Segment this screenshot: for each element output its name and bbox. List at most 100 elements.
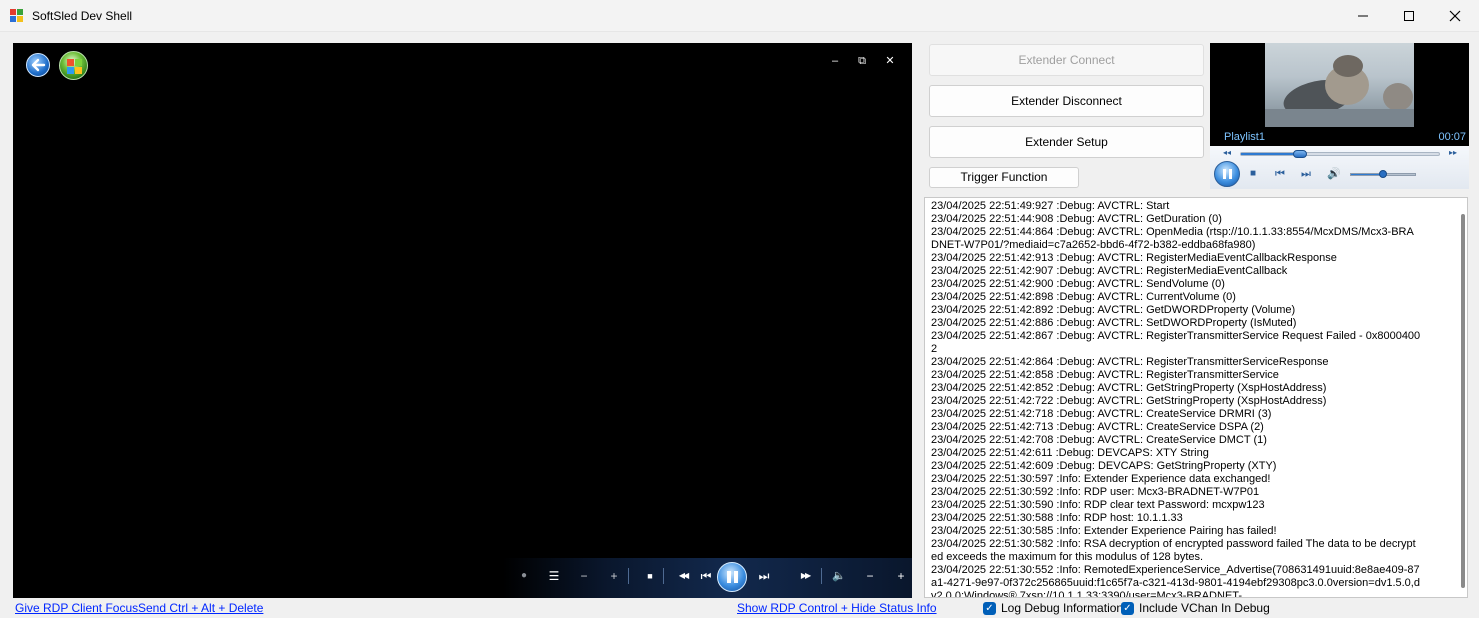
volume-thumb[interactable] — [1379, 170, 1387, 178]
pause-bar — [1229, 169, 1232, 179]
windows-start-icon[interactable] — [59, 51, 88, 80]
extender-disconnect-button[interactable]: Extender Disconnect — [929, 85, 1204, 117]
channel-down-icon[interactable]: − — [577, 568, 591, 584]
mute-icon[interactable]: 🔈 — [831, 568, 847, 584]
next-icon[interactable]: ⏭ — [757, 568, 771, 584]
pause-bar — [734, 571, 738, 583]
separator — [663, 568, 664, 584]
guide-icon[interactable]: ☰ — [547, 568, 561, 584]
logo-red-quadrant — [67, 59, 74, 66]
seek-progress — [1241, 153, 1301, 155]
rewind-icon[interactable]: ◀◀ — [671, 568, 695, 584]
log-line: 23/04/2025 22:51:42:886 :Debug: AVCTRL: … — [931, 317, 1297, 329]
volume-down-icon[interactable]: − — [863, 568, 877, 584]
log-scrollbar[interactable] — [1461, 214, 1465, 588]
log-line: 23/04/2025 22:51:30:590 :Info: RDP clear… — [931, 499, 1265, 511]
log-line: 23/04/2025 22:51:42:858 :Debug: AVCTRL: … — [931, 369, 1279, 381]
log-line: 23/04/2025 22:51:30:597 :Info: Extender … — [931, 473, 1271, 485]
log-line: 23/04/2025 22:51:30:592 :Info: RDP user:… — [931, 486, 1260, 498]
seek-thumb[interactable] — [1293, 150, 1308, 158]
next-icon[interactable]: ⏭ — [1299, 167, 1313, 181]
log-line: 23/04/2025 22:51:42:898 :Debug: AVCTRL: … — [931, 291, 1236, 303]
maximize-button[interactable] — [1386, 0, 1432, 32]
minimize-icon — [1358, 15, 1368, 17]
mc-minimize-icon[interactable]: ‒ — [825, 53, 845, 69]
give-rdp-focus-link[interactable]: Give RDP Client Focus — [15, 601, 138, 615]
player-controls: ◂◂ ▸▸ ■ ⏮ ⏭ 🔊 — [1210, 146, 1469, 189]
log-line: 23/04/2025 22:51:49:927 :Debug: AVCTRL: … — [931, 200, 1170, 212]
log-line: 23/04/2025 22:51:42:907 :Debug: AVCTRL: … — [931, 265, 1288, 277]
volume-slider[interactable] — [1350, 170, 1416, 178]
window-title: SoftSled Dev Shell — [32, 9, 133, 23]
logo-yellow-quadrant — [75, 67, 82, 74]
title-bar: SoftSled Dev Shell — [0, 0, 1479, 32]
playlist-label: Playlist1 — [1224, 131, 1265, 143]
log-debug-checkbox[interactable]: ✓ Log Debug Information — [983, 601, 1123, 615]
logo-blue-quadrant — [67, 67, 74, 74]
rdp-display[interactable]: ‒ ⧉ ✕ ● ☰ − + ■ ◀◀ ⏮ ⏭ ▶▶ 🔈 − + — [13, 43, 912, 598]
stop-icon[interactable]: ■ — [1246, 167, 1260, 181]
log-line: 23/04/2025 22:51:30:582 :Info: RSA decry… — [931, 538, 1416, 563]
log-line: 23/04/2025 22:51:42:852 :Debug: AVCTRL: … — [931, 382, 1327, 394]
maximize-icon — [1404, 11, 1414, 21]
show-rdp-control-link[interactable]: Show RDP Control + Hide Status Info — [737, 601, 937, 615]
channel-up-icon[interactable]: + — [607, 568, 621, 584]
seek-slider[interactable] — [1240, 150, 1440, 158]
separator — [628, 568, 629, 584]
fast-forward-icon[interactable]: ▶▶ — [793, 568, 817, 584]
minimize-button[interactable] — [1340, 0, 1386, 32]
media-player[interactable]: Playlist1 00:07 ◂◂ ▸▸ ■ ⏮ ⏭ 🔊 — [1210, 43, 1469, 189]
stop-icon[interactable]: ■ — [643, 568, 657, 584]
mc-restore-icon[interactable]: ⧉ — [852, 53, 872, 69]
log-line: 23/04/2025 22:51:30:588 :Info: RDP host:… — [931, 512, 1183, 524]
log-line: 23/04/2025 22:51:42:900 :Debug: AVCTRL: … — [931, 278, 1225, 290]
volume-icon[interactable]: 🔊 — [1325, 167, 1343, 181]
seal-shape — [1333, 55, 1363, 77]
checkmark-icon: ✓ — [1121, 601, 1134, 615]
back-arrow-icon[interactable] — [26, 53, 50, 77]
close-button[interactable] — [1432, 0, 1478, 32]
log-line: 23/04/2025 22:51:30:552 :Info: RemotedEx… — [931, 564, 1420, 598]
extender-setup-button[interactable]: Extender Setup — [929, 126, 1204, 158]
previous-icon[interactable]: ⏮ — [1273, 167, 1287, 181]
log-line: 23/04/2025 22:51:42:718 :Debug: AVCTRL: … — [931, 408, 1272, 420]
record-icon[interactable]: ● — [517, 568, 531, 584]
log-debug-label: Log Debug Information — [1001, 601, 1124, 615]
app-icon — [10, 9, 24, 23]
video-frame — [1265, 43, 1414, 127]
log-line: 23/04/2025 22:51:42:864 :Debug: AVCTRL: … — [931, 356, 1329, 368]
pause-button[interactable] — [1214, 161, 1240, 187]
log-line: 23/04/2025 22:51:42:892 :Debug: AVCTRL: … — [931, 304, 1296, 316]
volume-up-icon[interactable]: + — [894, 568, 908, 584]
log-line: 23/04/2025 22:51:42:913 :Debug: AVCTRL: … — [931, 252, 1337, 264]
log-line: 23/04/2025 22:51:44:908 :Debug: AVCTRL: … — [931, 213, 1222, 225]
log-line: 23/04/2025 22:51:42:722 :Debug: AVCTRL: … — [931, 395, 1327, 407]
seek-forward-icon[interactable]: ▸▸ — [1446, 146, 1460, 160]
previous-icon[interactable]: ⏮ — [699, 568, 713, 584]
pause-bar — [727, 571, 731, 583]
playback-time: 00:07 — [1438, 131, 1466, 143]
include-vchan-label: Include VChan In Debug — [1139, 601, 1270, 615]
pause-bar — [1223, 169, 1226, 179]
mc-transport-bar: ● ☰ − + ■ ◀◀ ⏮ ⏭ ▶▶ 🔈 − + — [503, 558, 912, 598]
log-line: 23/04/2025 22:51:42:713 :Debug: AVCTRL: … — [931, 421, 1264, 433]
log-line: 23/04/2025 22:51:42:867 :Debug: AVCTRL: … — [931, 330, 1421, 355]
logo-green-quadrant — [75, 59, 82, 66]
log-line: 23/04/2025 22:51:30:585 :Info: Extender … — [931, 525, 1277, 537]
checkmark-icon: ✓ — [983, 601, 996, 615]
rock-ground — [1265, 109, 1414, 127]
include-vchan-checkbox[interactable]: ✓ Include VChan In Debug — [1121, 601, 1270, 615]
log-lines: 23/04/2025 22:51:49:927 :Debug: AVCTRL: … — [931, 200, 1421, 598]
seal-shape — [1383, 83, 1413, 111]
separator — [821, 568, 822, 584]
back-arrow-glyph — [31, 58, 46, 72]
pause-button[interactable] — [717, 562, 747, 592]
mc-close-icon[interactable]: ✕ — [880, 53, 900, 69]
extender-connect-button[interactable]: Extender Connect — [929, 44, 1204, 76]
trigger-function-button[interactable]: Trigger Function — [929, 167, 1079, 188]
log-line: 23/04/2025 22:51:42:609 :Debug: DEVCAPS:… — [931, 460, 1277, 472]
debug-log[interactable]: 23/04/2025 22:51:49:927 :Debug: AVCTRL: … — [924, 197, 1468, 598]
send-ctrl-alt-delete-link[interactable]: Send Ctrl + Alt + Delete — [138, 601, 263, 615]
seek-back-icon[interactable]: ◂◂ — [1220, 146, 1234, 160]
close-icon — [1449, 10, 1461, 22]
